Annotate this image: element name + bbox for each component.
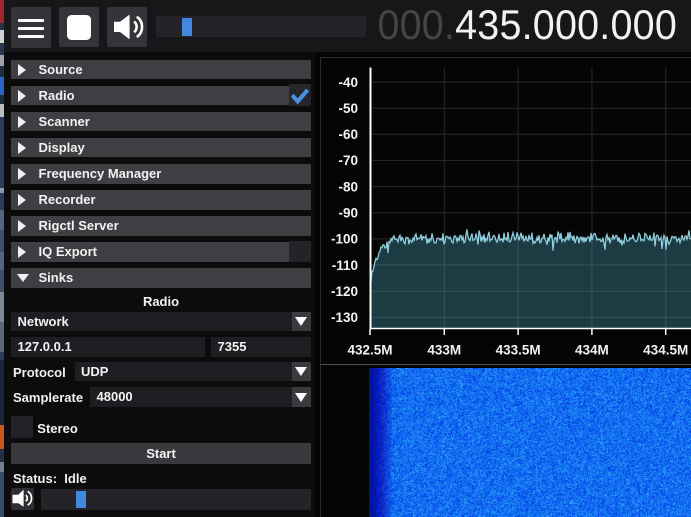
svg-text:-40: -40	[338, 75, 358, 90]
svg-text:-100: -100	[331, 232, 358, 247]
svg-text:-130: -130	[331, 310, 358, 325]
svg-text:-50: -50	[338, 101, 358, 116]
svg-text:-70: -70	[338, 153, 358, 168]
svg-text:-110: -110	[332, 258, 358, 273]
svg-text:-60: -60	[338, 127, 358, 142]
svg-text:432.5M: 432.5M	[347, 343, 392, 358]
svg-text:433M: 433M	[427, 343, 461, 358]
svg-text:-90: -90	[338, 206, 358, 221]
svg-text:-80: -80	[338, 179, 358, 194]
svg-text:434.5M: 434.5M	[643, 343, 688, 358]
svg-text:-120: -120	[331, 284, 358, 299]
svg-text:434M: 434M	[575, 343, 609, 358]
svg-text:433.5M: 433.5M	[496, 343, 541, 358]
